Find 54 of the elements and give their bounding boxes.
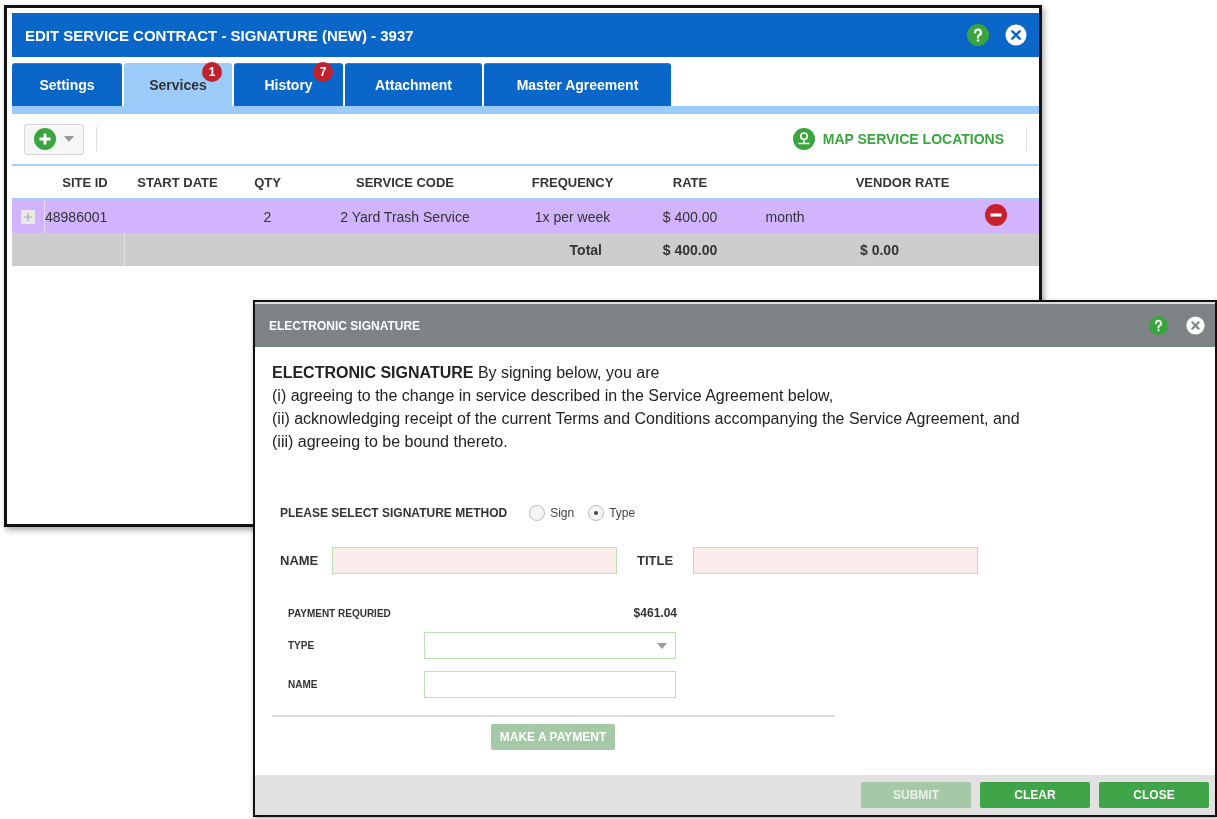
- column-header: QTY: [253, 174, 282, 190]
- radio-button[interactable]: [588, 505, 605, 521]
- table-row[interactable]: 48986001 2 2 Yard Trash Service 1x per week $ 400.00 month: [12, 200, 1039, 233]
- name-label: NAME: [280, 553, 320, 568]
- remove-icon[interactable]: [985, 204, 1007, 226]
- signature-method-label: PLEASE SELECT SIGNATURE METHOD: [280, 506, 508, 520]
- caret-icon: [64, 136, 74, 142]
- count-badge: 1: [202, 62, 222, 82]
- table-cell-text: 1x per week: [533, 208, 612, 225]
- count-badge: 7: [313, 62, 333, 82]
- column-header: START DATE: [136, 174, 219, 190]
- radio-option[interactable]: Type: [588, 505, 636, 521]
- caret-icon: [657, 642, 667, 649]
- title-label: TITLE: [637, 553, 674, 568]
- column-header: RATE: [671, 174, 709, 190]
- tab[interactable]: Master Agreement: [484, 63, 671, 106]
- map-pin-icon: [792, 128, 815, 150]
- table-cell-text: 2: [262, 208, 273, 225]
- dialog-title: ELECTRONIC SIGNATURE: [269, 318, 422, 333]
- radio-option[interactable]: Sign: [529, 505, 575, 521]
- payment-name-field[interactable]: [424, 671, 676, 698]
- column-header: VENDOR RATE: [854, 174, 951, 190]
- table-cell-text: 48986001: [45, 208, 109, 225]
- type-label: TYPE: [288, 640, 316, 651]
- title-field[interactable]: [693, 547, 979, 574]
- tab[interactable]: Attachment: [345, 63, 482, 106]
- column-header: FREQUENCY: [530, 174, 615, 190]
- name-label: NAME: [288, 679, 319, 690]
- total-label: Total: [568, 241, 603, 258]
- help-icon[interactable]: [1149, 316, 1168, 335]
- name-field[interactable]: [332, 547, 617, 574]
- close-icon[interactable]: [1186, 316, 1205, 335]
- help-icon[interactable]: [967, 24, 989, 46]
- radio-button[interactable]: [529, 505, 546, 521]
- table-cell-text: $ 400.00: [661, 208, 719, 225]
- table-cell-text: month: [764, 208, 806, 225]
- column-header: SERVICE CODE: [355, 174, 455, 190]
- add-button[interactable]: [24, 123, 84, 155]
- window-title: EDIT SERVICE CONTRACT - SIGNATURE (NEW) - 3937: [25, 26, 415, 44]
- close-icon[interactable]: [1005, 24, 1027, 46]
- table-cell-text: $ 0.00: [859, 241, 900, 258]
- footer-button[interactable]: CLEAR: [980, 782, 1090, 808]
- plus-icon: [34, 128, 56, 150]
- payment-label: PAYMENT REQURIED: [288, 607, 391, 619]
- agreement-text: ELECTRONIC SIGNATURE By signing below, you are (i) agreeing to the change in service described in the Service Agreement below, (ii) acknowledging receipt of the current Terms and Conditions accompanying the Service Agreement, and (iii) agreeing to be bound thereto.: [272, 363, 1021, 452]
- payment-amount: $461.04: [633, 606, 677, 620]
- table-cell-text: $ 400.00: [661, 241, 719, 258]
- tab[interactable]: History 7: [234, 63, 343, 106]
- map-link[interactable]: MAP SERVICE LOCATIONS: [792, 128, 1004, 150]
- tab[interactable]: Services 1: [124, 63, 232, 106]
- footer-button[interactable]: CLOSE: [1099, 782, 1209, 808]
- table-cell-text: 2 Yard Trash Service: [339, 208, 471, 225]
- tab[interactable]: Settings: [12, 63, 122, 106]
- column-header: SITE ID: [61, 174, 109, 190]
